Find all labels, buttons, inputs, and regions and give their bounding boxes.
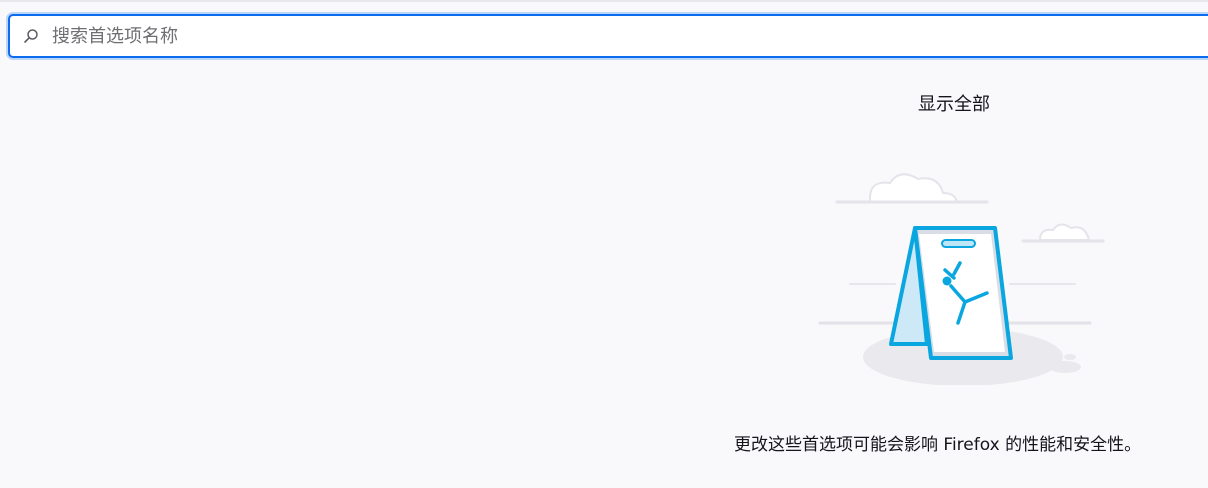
search-box[interactable] — [8, 14, 1208, 58]
search-icon — [22, 27, 40, 45]
show-all-link[interactable]: 显示全部 — [918, 90, 990, 116]
top-border — [0, 0, 1208, 2]
search-input[interactable] — [50, 17, 1208, 55]
warning-message: 更改这些首选项可能会影响 Firefox 的性能和安全性。 — [734, 435, 1142, 455]
wet-floor-warning-illustration — [818, 173, 1105, 385]
